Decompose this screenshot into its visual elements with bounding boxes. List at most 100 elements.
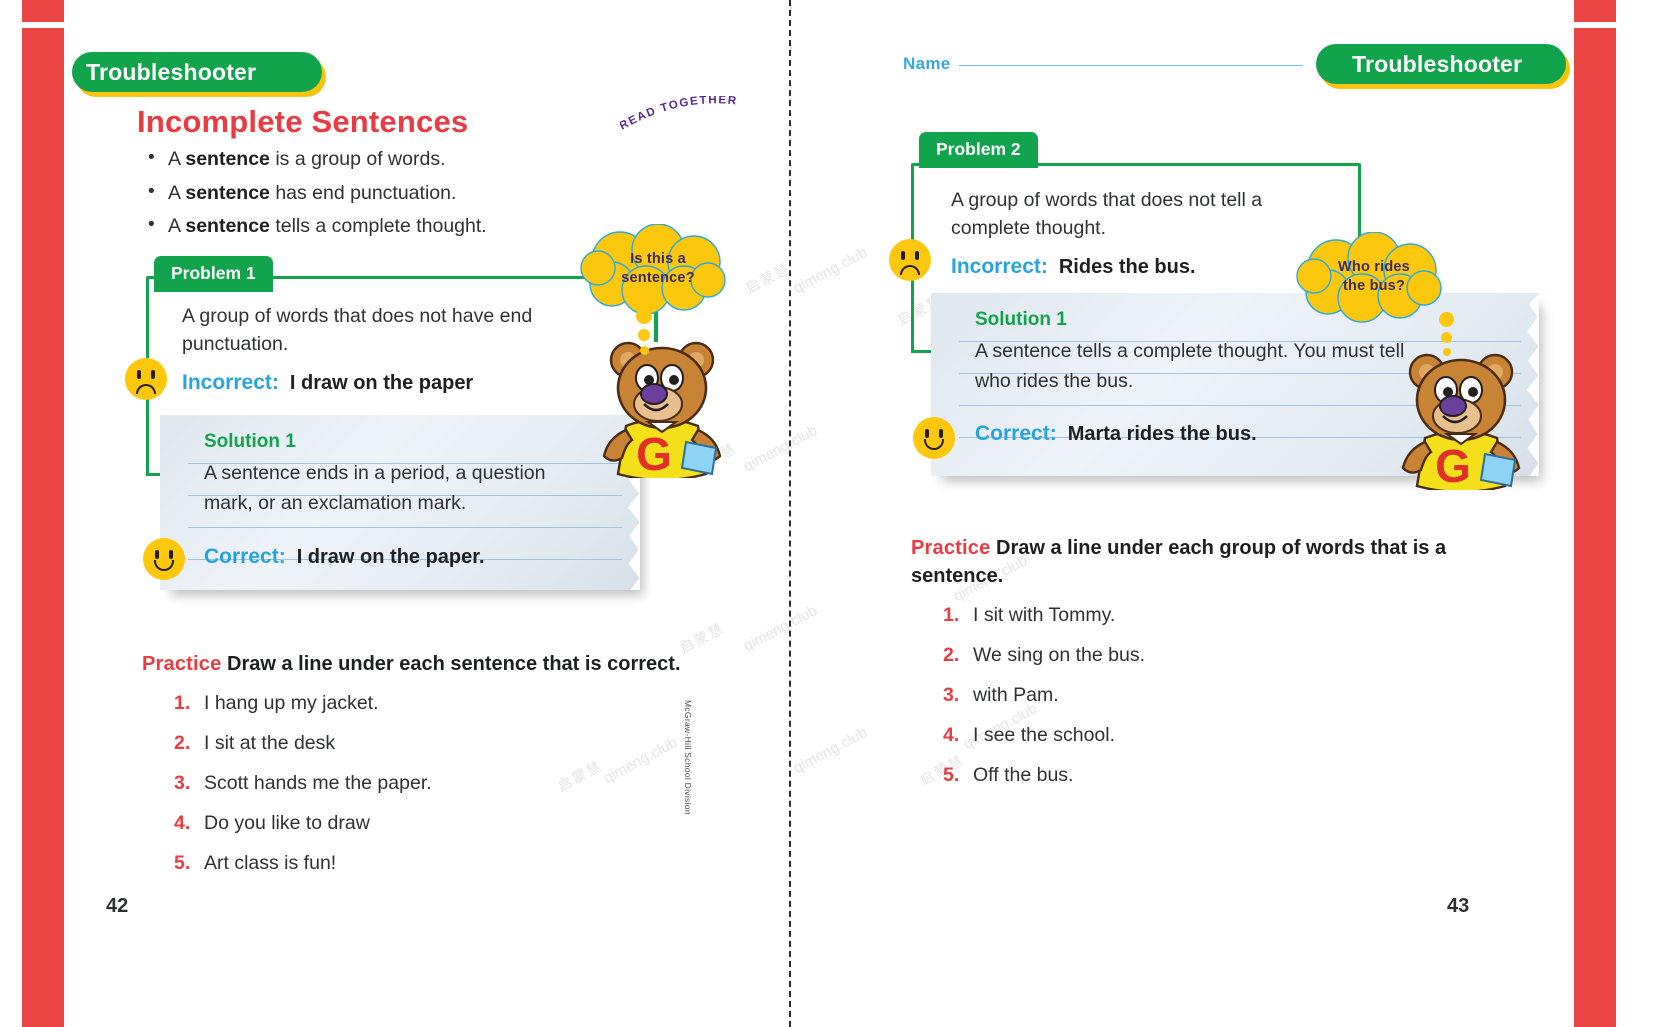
- list-item[interactable]: 3. Scott hands me the paper.: [142, 764, 682, 804]
- item-text: Scott hands me the paper.: [204, 771, 432, 794]
- list-item[interactable]: 5. Art class is fun!: [142, 844, 682, 884]
- practice-instruction-text: Draw a line under each group of words th…: [911, 537, 1447, 587]
- troubleshooter-banner-left: Troubleshooter: [72, 52, 322, 92]
- practice-keyword: Practice: [142, 653, 222, 675]
- banner-label: Troubleshooter: [1352, 50, 1523, 77]
- page-number-right: 43: [1447, 895, 1470, 917]
- sad-face-icon: [125, 358, 167, 400]
- name-field-row[interactable]: Name: [903, 54, 1303, 74]
- name-label: Name: [903, 54, 951, 73]
- bubble-line-1: Is this a: [630, 251, 686, 268]
- thought-bubble-text: Who rides the bus?: [1296, 232, 1452, 328]
- item-number: 4.: [174, 811, 191, 834]
- problem-2-tab: Problem 2: [919, 132, 1038, 168]
- problem-tab-label: Problem 1: [171, 263, 256, 283]
- page-number-left: 42: [106, 895, 129, 917]
- thought-bubble-right: Who rides the bus?: [1296, 232, 1452, 328]
- rule-keyword: sentence: [185, 181, 270, 204]
- correct-row-left: Correct: I draw on the paper.: [204, 545, 485, 569]
- problem-tab-label: Problem 2: [936, 139, 1021, 159]
- incorrect-example: I draw on the paper: [289, 371, 474, 394]
- item-text: Art class is fun!: [204, 851, 337, 874]
- svg-text:READ TOGETHER: READ TOGETHER: [620, 96, 738, 133]
- bubble-line-2: the bus?: [1342, 278, 1405, 294]
- read-together-label: READ TOGETHER: [618, 94, 760, 136]
- practice-items-list: 1. I sit with Tommy. 2. We sing on the b…: [911, 596, 1471, 796]
- item-text: with Pam.: [973, 683, 1059, 706]
- right-red-margin-bar: [1574, 0, 1616, 1027]
- item-text: We sing on the bus.: [973, 643, 1145, 666]
- list-item[interactable]: 1. I sit with Tommy.: [911, 596, 1471, 636]
- happy-face-icon: [913, 417, 955, 459]
- correct-row-right: Correct: Marta rides the bus.: [975, 422, 1257, 446]
- right-page: Name Troubleshooter Problem 2 A group of…: [791, 0, 1574, 1027]
- thought-bubble-left: Is this a sentence?: [580, 224, 736, 320]
- item-number: 5.: [943, 763, 960, 786]
- item-text: I hang up my jacket.: [204, 692, 379, 714]
- problem-1-body: A group of words that does not have end …: [182, 302, 582, 398]
- practice-items-list: 1. I hang up my jacket. 2. I sit at the …: [142, 684, 682, 884]
- banner-label: Troubleshooter: [86, 58, 257, 85]
- problem-1-tab: Problem 1: [154, 256, 273, 292]
- left-red-margin-bar: [22, 0, 64, 1027]
- correct-label: Correct:: [975, 422, 1057, 445]
- rule-item: A sentence is a group of words.: [146, 142, 606, 177]
- practice-keyword: Practice: [911, 537, 991, 559]
- item-text: I sit with Tommy.: [973, 604, 1116, 626]
- rules-list: A sentence is a group of words. A senten…: [146, 142, 606, 244]
- problem-2-body: A group of words that does not tell a co…: [951, 186, 1331, 282]
- list-item[interactable]: 3. with Pam.: [911, 676, 1471, 716]
- bubble-dots: [636, 308, 652, 360]
- practice-block-left: Practice Draw a line under each sentence…: [142, 650, 682, 884]
- item-number: 1.: [174, 692, 191, 714]
- incorrect-label: Incorrect:: [182, 370, 279, 394]
- rule-item: A sentence has end punctuation.: [146, 176, 606, 211]
- list-item[interactable]: 5. Off the bus.: [911, 756, 1471, 796]
- problem-statement: A group of words that does not tell a co…: [951, 189, 1263, 240]
- bubble-line-2: sentence?: [621, 270, 695, 286]
- bubble-line-1: Who rides: [1338, 259, 1410, 276]
- thought-bubble-text: Is this a sentence?: [580, 224, 736, 320]
- incorrect-row: Incorrect: I draw on the paper: [182, 368, 582, 398]
- incorrect-row: Incorrect: Rides the bus.: [951, 252, 1331, 282]
- happy-face-icon: [143, 538, 185, 580]
- practice-instruction-text: Draw a line under each sentence that is …: [227, 653, 681, 675]
- list-item[interactable]: 4. I see the school.: [911, 716, 1471, 756]
- list-item[interactable]: 4. Do you like to draw: [142, 804, 682, 844]
- item-number: 4.: [943, 723, 960, 746]
- practice-instruction: Practice Draw a line under each group of…: [911, 534, 1471, 590]
- sad-face-icon: [889, 239, 931, 281]
- item-number: 3.: [943, 683, 960, 706]
- item-number: 1.: [943, 604, 960, 626]
- solution-text: A sentence tells a complete thought. You…: [975, 340, 1405, 392]
- item-text: Do you like to draw: [204, 811, 370, 834]
- solution-text: A sentence ends in a period, a question …: [204, 462, 546, 514]
- name-write-line[interactable]: [958, 65, 1303, 66]
- practice-block-right: Practice Draw a line under each group of…: [911, 534, 1471, 796]
- svg-text:G: G: [636, 428, 672, 478]
- page-title: Incomplete Sentences: [137, 104, 469, 139]
- item-number: 3.: [174, 771, 191, 794]
- list-item[interactable]: 1. I hang up my jacket.: [142, 684, 682, 724]
- right-bar-notch: [1574, 22, 1616, 28]
- item-text: I sit at the desk: [204, 731, 336, 754]
- bear-mascot-icon: G: [1391, 342, 1531, 494]
- list-item[interactable]: 2. We sing on the bus.: [911, 636, 1471, 676]
- incorrect-example: Rides the bus.: [1058, 255, 1196, 278]
- solution-title: Solution 1: [204, 431, 296, 452]
- workbook-spread: McGraw-Hill School Division 启蒙慧 qimeng.c…: [0, 0, 1660, 1027]
- item-number: 2.: [174, 731, 191, 754]
- problem-statement: A group of words that does not have end …: [182, 305, 533, 356]
- practice-instruction: Practice Draw a line under each sentence…: [142, 650, 682, 678]
- incorrect-label: Incorrect:: [951, 254, 1048, 278]
- svg-text:G: G: [1435, 440, 1471, 490]
- left-bar-notch: [22, 22, 64, 28]
- item-number: 2.: [943, 643, 960, 666]
- rule-item: A sentence tells a complete thought.: [146, 209, 606, 244]
- item-text: Off the bus.: [973, 763, 1074, 786]
- bubble-dots: [1439, 312, 1454, 361]
- rule-keyword: sentence: [185, 148, 270, 170]
- left-page: Troubleshooter Incomplete Sentences READ…: [64, 0, 789, 1027]
- bear-mascot-icon: G: [592, 330, 732, 482]
- list-item[interactable]: 2. I sit at the desk: [142, 724, 682, 764]
